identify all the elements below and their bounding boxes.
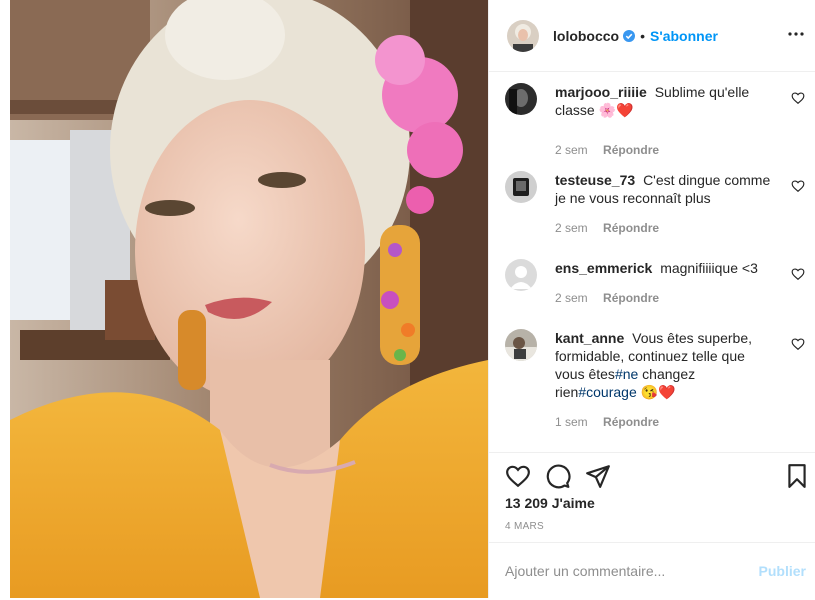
comment-like-heart-icon[interactable] bbox=[791, 267, 805, 281]
author-avatar[interactable] bbox=[507, 19, 539, 52]
verified-badge-icon bbox=[623, 29, 636, 42]
comment-time: 1 sem bbox=[555, 415, 588, 429]
likes-count[interactable]: 13 209 J'aime bbox=[505, 495, 595, 511]
comment-item: marjooo_riiiie Sublime qu'elle classe 🌸❤… bbox=[505, 83, 805, 163]
comment-text: marjooo_riiiie Sublime qu'elle classe 🌸❤… bbox=[555, 83, 777, 119]
comment-time: 2 sem bbox=[555, 221, 588, 235]
separator-dot: • bbox=[640, 27, 646, 44]
share-icon[interactable] bbox=[585, 463, 611, 489]
comment-item: ens_emmerick magnifiiiique <3 2 sem Répo… bbox=[505, 259, 805, 319]
add-comment-section: Publier bbox=[489, 542, 815, 598]
comment-item: testeuse_73 C'est dingue comme je ne vou… bbox=[505, 171, 805, 251]
reply-button[interactable]: Répondre bbox=[603, 415, 659, 429]
comments-list[interactable]: marjooo_riiiie Sublime qu'elle classe 🌸❤… bbox=[489, 73, 815, 453]
post-photo-illustration bbox=[10, 0, 488, 598]
commenter-avatar[interactable] bbox=[505, 171, 537, 203]
reply-button[interactable]: Répondre bbox=[603, 143, 659, 157]
follow-button[interactable]: S'abonner bbox=[650, 28, 718, 44]
comment-emoji: 🌸❤️ bbox=[598, 102, 634, 118]
comment-like-heart-icon[interactable] bbox=[791, 91, 805, 105]
comment-text: ens_emmerick magnifiiiique <3 bbox=[555, 259, 777, 277]
comment-username[interactable]: marjooo_riiiie bbox=[555, 84, 647, 100]
comment-username[interactable]: kant_anne bbox=[555, 330, 624, 346]
publish-button[interactable]: Publier bbox=[759, 563, 806, 579]
comment-username[interactable]: testeuse_73 bbox=[555, 172, 635, 188]
commenter-avatar[interactable] bbox=[505, 83, 537, 115]
more-options-icon[interactable] bbox=[786, 24, 806, 44]
bookmark-icon[interactable] bbox=[784, 463, 810, 489]
commenter-avatar[interactable] bbox=[505, 259, 537, 291]
hashtag-link[interactable]: #courage bbox=[578, 384, 636, 400]
comment-text: kant_anne Vous êtes superbe, formidable,… bbox=[555, 329, 777, 401]
reply-button[interactable]: Répondre bbox=[603, 291, 659, 305]
comment-like-heart-icon[interactable] bbox=[791, 337, 805, 351]
post-header: lolobocco • S'abonner bbox=[489, 0, 815, 72]
comment-meta: 2 sem Répondre bbox=[555, 221, 671, 235]
comment-emoji: 😘❤️ bbox=[640, 384, 676, 400]
comment-message: magnifiiiique <3 bbox=[660, 260, 758, 276]
comment-time: 2 sem bbox=[555, 143, 588, 157]
comment-username[interactable]: ens_emmerick bbox=[555, 260, 652, 276]
author-username[interactable]: lolobocco bbox=[553, 28, 619, 44]
reply-button[interactable]: Répondre bbox=[603, 221, 659, 235]
hashtag-link[interactable]: #ne bbox=[615, 366, 638, 382]
comment-item: kant_anne Vous êtes superbe, formidable,… bbox=[505, 329, 805, 439]
comment-icon[interactable] bbox=[545, 463, 571, 489]
commenter-avatar[interactable] bbox=[505, 329, 537, 361]
heart-icon[interactable] bbox=[505, 463, 531, 489]
comment-text: testeuse_73 C'est dingue comme je ne vou… bbox=[555, 171, 777, 207]
comment-meta: 2 sem Répondre bbox=[555, 291, 671, 305]
post-date[interactable]: 4 MARS bbox=[505, 521, 544, 532]
comment-time: 2 sem bbox=[555, 291, 588, 305]
comment-input[interactable] bbox=[505, 561, 745, 581]
comment-meta: 2 sem Répondre bbox=[555, 143, 671, 157]
post-actions-bar: 13 209 J'aime 4 MARS bbox=[489, 452, 815, 542]
post-photo[interactable] bbox=[10, 0, 488, 598]
comment-meta: 1 sem Répondre bbox=[555, 415, 671, 429]
post-details-panel: lolobocco • S'abonner marjooo_riiiie Sub… bbox=[488, 0, 815, 598]
comment-like-heart-icon[interactable] bbox=[791, 179, 805, 193]
